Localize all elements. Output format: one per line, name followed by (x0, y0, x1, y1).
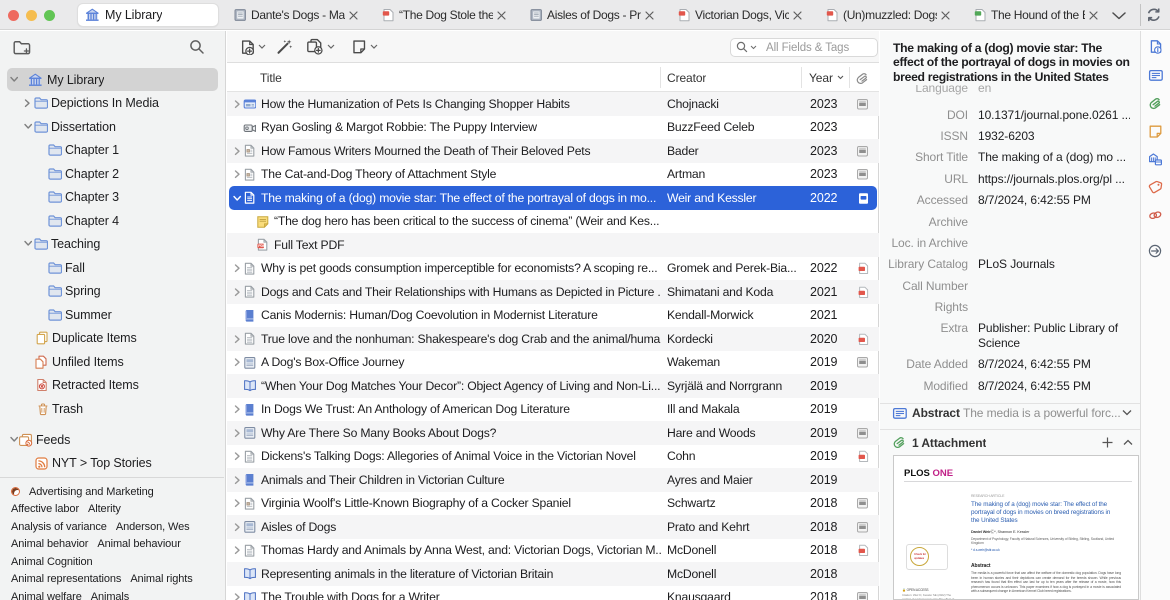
svg-text:PDF: PDF (258, 244, 266, 248)
